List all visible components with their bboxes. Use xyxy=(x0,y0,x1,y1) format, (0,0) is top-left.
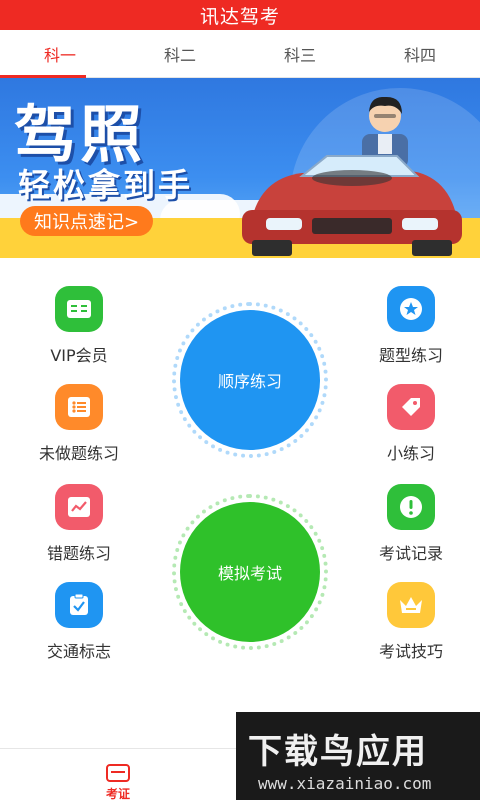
nav-exam-tab[interactable]: 考证 xyxy=(88,763,148,800)
watermark-brand: 下载鸟应用 xyxy=(248,732,428,772)
tab-subject-4[interactable]: 科四 xyxy=(360,30,480,77)
mock-exam-label: 模拟考试 xyxy=(217,564,282,583)
wrong-questions-practice-label: 错题练习 xyxy=(46,544,111,563)
card-icon xyxy=(55,286,103,332)
exam-tips-label: 考试技巧 xyxy=(378,642,443,661)
id-card-icon xyxy=(106,764,130,782)
star-icon xyxy=(387,286,435,332)
nav-exam-label: 考证 xyxy=(105,787,130,800)
sequential-practice-button[interactable]: 顺序练习 xyxy=(172,302,328,458)
unanswered-practice-label: 未做题练习 xyxy=(38,444,119,463)
question-type-practice-button[interactable]: 题型练习 xyxy=(356,286,466,366)
tab-subject-3[interactable]: 科三 xyxy=(240,30,360,77)
vip-member-button[interactable]: VIP会员 xyxy=(24,286,134,366)
promo-banner[interactable]: 驾照 轻松拿到手 知识点速记> xyxy=(0,78,480,258)
alert-icon xyxy=(387,484,435,530)
chart-icon xyxy=(55,484,103,530)
vip-member-label: VIP会员 xyxy=(50,346,108,365)
tab-subject-2[interactable]: 科二 xyxy=(120,30,240,77)
watermark-overlay: 下载鸟应用 www.xiazainiao.com xyxy=(236,712,480,800)
subject-tabs: 科一 科二 科三 科四 xyxy=(0,30,480,78)
banner-subtitle: 轻松拿到手 xyxy=(18,166,194,204)
list-icon xyxy=(55,384,103,430)
clipboard-check-icon xyxy=(55,582,103,628)
question-type-practice-label: 题型练习 xyxy=(378,346,443,365)
sequential-practice-label: 顺序练习 xyxy=(217,372,282,391)
mini-practice-button[interactable]: 小练习 xyxy=(356,384,466,464)
traffic-signs-button[interactable]: 交通标志 xyxy=(24,582,134,662)
exam-records-label: 考试记录 xyxy=(378,544,443,563)
car-illustration xyxy=(242,155,462,256)
traffic-signs-label: 交通标志 xyxy=(46,642,111,661)
mini-practice-label: 小练习 xyxy=(386,444,435,463)
exam-records-button[interactable]: 考试记录 xyxy=(356,484,466,564)
tag-icon xyxy=(387,384,435,430)
app-header: 讯达驾考 xyxy=(0,0,480,30)
app-title: 讯达驾考 xyxy=(199,5,280,28)
unanswered-practice-button[interactable]: 未做题练习 xyxy=(24,384,134,464)
knowledge-quick-memo-button[interactable]: 知识点速记> xyxy=(20,206,154,236)
exam-tips-button[interactable]: 考试技巧 xyxy=(356,582,466,662)
wrong-questions-practice-button[interactable]: 错题练习 xyxy=(24,484,134,564)
mock-exam-button[interactable]: 模拟考试 xyxy=(172,494,328,650)
crown-icon xyxy=(387,582,435,628)
tab-subject-1[interactable]: 科一 xyxy=(0,30,120,78)
watermark-url: www.xiazainiao.com xyxy=(258,774,432,793)
